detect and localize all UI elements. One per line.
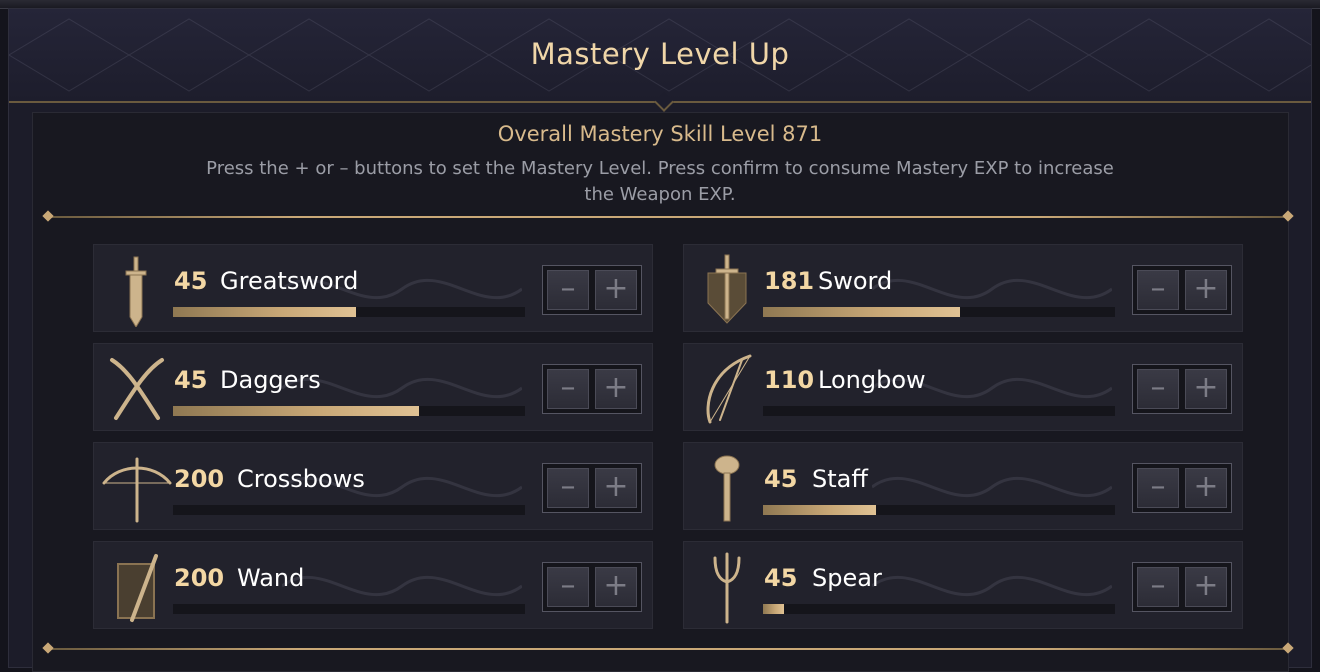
weapon-name: Staff [812, 465, 868, 493]
overall-mastery-level: Overall Mastery Skill Level 871 [497, 122, 823, 146]
sword-shield-icon [707, 254, 747, 324]
minus-button[interactable]: – [1137, 270, 1179, 310]
wand-icon [117, 554, 158, 622]
weapon-exp-bar [763, 604, 1115, 614]
weapon-card-wand: 200 Wand – + [93, 541, 653, 629]
weapon-name: Longbow [818, 366, 926, 394]
weapon-exp-fill [763, 307, 961, 317]
weapon-level: 45 [764, 564, 798, 592]
plus-button[interactable]: + [595, 270, 637, 310]
weapon-card-longbow: 110 Longbow – + [683, 343, 1243, 431]
level-stepper: – + [1132, 463, 1232, 513]
level-stepper: – + [1132, 265, 1232, 315]
weapon-card-spear: 45 Spear – + [683, 541, 1243, 629]
level-stepper: – + [1132, 562, 1232, 612]
level-stepper: – + [1132, 364, 1232, 414]
plus-button[interactable]: + [595, 369, 637, 409]
weapon-name: Sword [818, 267, 893, 295]
minus-button[interactable]: – [1137, 369, 1179, 409]
level-stepper: – + [542, 364, 642, 414]
spear-icon [713, 552, 741, 624]
minus-button[interactable]: – [1137, 468, 1179, 508]
weapon-name: Spear [812, 564, 882, 592]
level-stepper: – + [542, 265, 642, 315]
weapon-exp-fill [173, 406, 420, 416]
weapon-card-greatsword: 45 Greatsword – + [93, 244, 653, 332]
level-stepper: – + [542, 562, 642, 612]
weapon-card-staff: 45 Staff – + [683, 442, 1243, 530]
weapon-name: Crossbows [237, 465, 365, 493]
weapon-name: Wand [237, 564, 305, 592]
minus-button[interactable]: – [1137, 567, 1179, 607]
weapon-card-sword: 181 Sword – + [683, 244, 1243, 332]
weapon-exp-bar [173, 406, 525, 416]
greatsword-icon [125, 256, 147, 327]
weapon-exp-bar [173, 307, 525, 317]
longbow-icon [706, 354, 752, 424]
weapon-exp-bar [173, 604, 525, 614]
weapon-level: 45 [764, 465, 798, 493]
weapon-name: Greatsword [220, 267, 359, 295]
minus-button[interactable]: – [547, 270, 589, 310]
weapon-card-daggers: 45 Daggers – + [93, 343, 653, 431]
weapon-level: 45 [174, 366, 208, 394]
window-title: Mastery Level Up [530, 37, 790, 71]
plus-button[interactable]: + [1185, 468, 1227, 508]
divider-top [50, 216, 1286, 218]
minus-button[interactable]: – [547, 369, 589, 409]
level-stepper: – + [542, 463, 642, 513]
weapon-exp-fill [763, 604, 785, 614]
staff-icon [714, 455, 740, 522]
divider-bottom [50, 648, 1286, 650]
window-header: Mastery Level Up [9, 9, 1311, 103]
weapon-exp-fill [763, 505, 876, 515]
weapon-exp-bar [763, 406, 1115, 416]
crossbow-icon [102, 457, 172, 523]
weapon-exp-fill [173, 307, 357, 317]
weapon-exp-bar [173, 505, 525, 515]
plus-button[interactable]: + [1185, 369, 1227, 409]
weapon-level: 45 [174, 267, 208, 295]
minus-button[interactable]: – [547, 567, 589, 607]
weapon-card-crossbows: 200 Crossbows – + [93, 442, 653, 530]
plus-button[interactable]: + [595, 567, 637, 607]
minus-button[interactable]: – [547, 468, 589, 508]
weapon-level: 200 [174, 465, 225, 493]
weapon-exp-bar [763, 307, 1115, 317]
daggers-icon [110, 358, 164, 420]
instructions-text: Press the + or – buttons to set the Mast… [206, 158, 1114, 205]
weapon-level: 110 [764, 366, 815, 394]
weapon-name: Daggers [220, 366, 321, 394]
weapon-level: 181 [764, 267, 815, 295]
plus-button[interactable]: + [595, 468, 637, 508]
weapon-level: 200 [174, 564, 225, 592]
plus-button[interactable]: + [1185, 567, 1227, 607]
weapon-exp-bar [763, 505, 1115, 515]
plus-button[interactable]: + [1185, 270, 1227, 310]
